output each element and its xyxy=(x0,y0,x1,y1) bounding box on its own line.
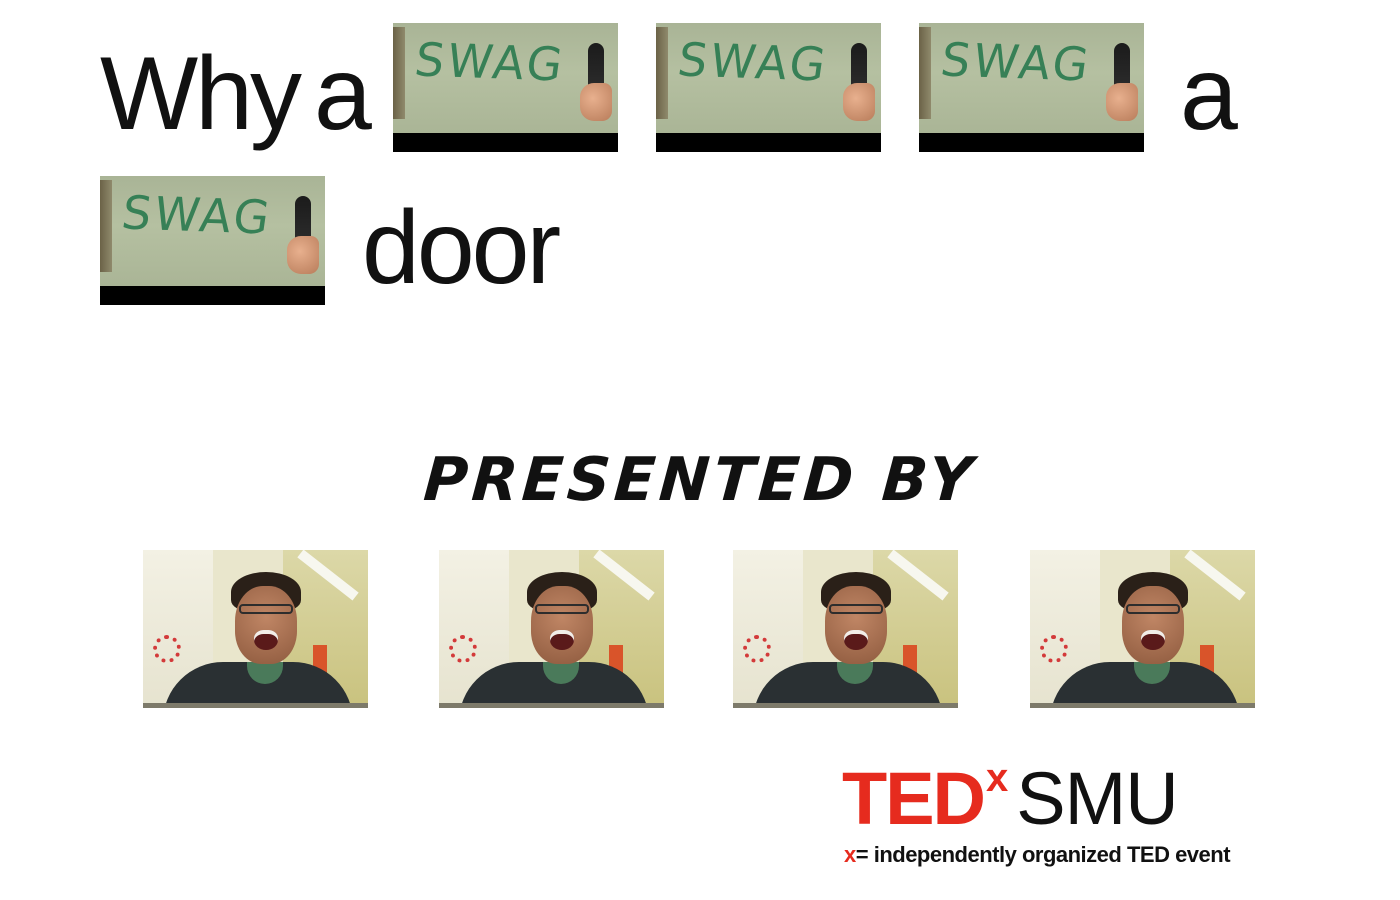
tagline-text: = independently organized TED event xyxy=(855,842,1231,867)
tedx-tagline: x= independently organized TED event xyxy=(844,842,1231,868)
presenter-photo xyxy=(1030,550,1255,708)
presenter-photo xyxy=(439,550,664,708)
logo-smu: SMU xyxy=(1016,757,1178,840)
presenter-photo xyxy=(733,550,958,708)
logo-x: x xyxy=(986,756,1009,800)
tedx-smu-logo: TEDx SMU xyxy=(842,757,1179,840)
tagline-x: x xyxy=(844,842,856,867)
swag-sign-image: SWAG xyxy=(656,23,881,152)
swag-sign-image: SWAG xyxy=(919,23,1144,152)
swag-sign-text: SWAG xyxy=(937,32,1095,92)
swag-sign-text: SWAG xyxy=(118,185,276,245)
swag-sign-text: SWAG xyxy=(411,32,569,92)
presented-by-heading: PRESENTED BY xyxy=(421,445,979,515)
title-word-a: a xyxy=(314,36,372,152)
title-word-a: a xyxy=(1180,36,1238,152)
swag-sign-image: SWAG xyxy=(100,176,325,305)
title-word-door: door xyxy=(362,190,561,306)
swag-sign-image: SWAG xyxy=(393,23,618,152)
logo-ted: TED xyxy=(842,757,986,840)
swag-sign-text: SWAG xyxy=(674,32,832,92)
title-word-why: Why xyxy=(100,36,302,152)
presenter-photo xyxy=(143,550,368,708)
